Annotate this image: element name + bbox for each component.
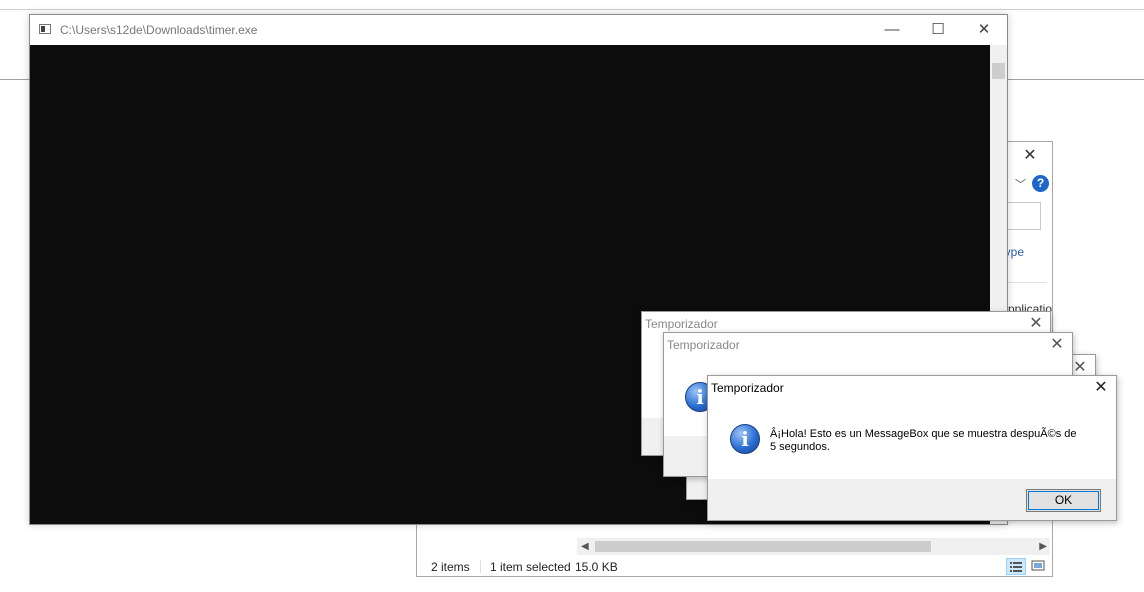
scrollbar-thumb[interactable] bbox=[595, 541, 931, 552]
status-selected-size: 15.0 KB bbox=[575, 560, 618, 574]
details-view-button[interactable] bbox=[1006, 558, 1026, 575]
scroll-right-icon[interactable]: ▶ bbox=[1039, 538, 1047, 555]
maximize-icon: ☐ bbox=[931, 21, 945, 38]
scroll-left-icon[interactable]: ◀ bbox=[581, 538, 589, 555]
messagebox-window: Temporizador ✕ i Â¡Hola! Esto es un Mess… bbox=[707, 375, 1117, 521]
large-icons-view-icon bbox=[1031, 560, 1045, 571]
scrollbar-thumb[interactable] bbox=[992, 63, 1005, 79]
divider bbox=[1003, 282, 1047, 283]
message-line: Â¡Hola! Esto es un MessageBox que se mue… bbox=[770, 428, 1077, 440]
window-title: C:\Users\s12de\Downloads\timer.exe bbox=[60, 23, 258, 37]
console-titlebar[interactable]: C:\Users\s12de\Downloads\timer.exe — ☐ ✕ bbox=[30, 15, 1007, 45]
messagebox-title: Temporizador bbox=[711, 381, 784, 395]
close-icon: ✕ bbox=[977, 21, 991, 38]
large-icons-view-button[interactable] bbox=[1029, 558, 1049, 575]
minimize-button[interactable]: — bbox=[869, 15, 915, 45]
close-icon[interactable]: ✕ bbox=[1022, 148, 1038, 164]
background-window-edge bbox=[0, 9, 1144, 10]
status-bar: 2 items 1 item selected 15.0 KB bbox=[417, 555, 1052, 577]
close-icon[interactable]: ✕ bbox=[1090, 378, 1112, 398]
help-icon[interactable]: ? bbox=[1032, 175, 1049, 192]
minimize-icon: — bbox=[884, 21, 900, 38]
close-icon[interactable]: ✕ bbox=[1046, 335, 1068, 355]
messagebox-title: Temporizador bbox=[645, 317, 718, 331]
messagebox-text: Â¡Hola! Esto es un MessageBox que se mue… bbox=[770, 428, 1100, 454]
maximize-button[interactable]: ☐ bbox=[915, 15, 961, 45]
chevron-down-icon[interactable]: ﹀ bbox=[1015, 176, 1026, 192]
status-divider bbox=[480, 560, 481, 573]
info-icon: i bbox=[730, 424, 760, 454]
ok-button[interactable]: OK bbox=[1026, 489, 1101, 512]
status-item-count: 2 items bbox=[431, 560, 470, 574]
close-button[interactable]: ✕ bbox=[961, 15, 1007, 45]
horizontal-scrollbar[interactable]: ◀ ▶ bbox=[577, 538, 1050, 555]
message-line: 5 segundos. bbox=[770, 441, 830, 453]
details-view-icon bbox=[1010, 562, 1022, 572]
status-selected-count: 1 item selected bbox=[490, 560, 571, 574]
console-app-icon bbox=[39, 24, 51, 34]
close-icon[interactable]: ✕ bbox=[1025, 314, 1047, 334]
messagebox-title: Temporizador bbox=[667, 338, 740, 352]
